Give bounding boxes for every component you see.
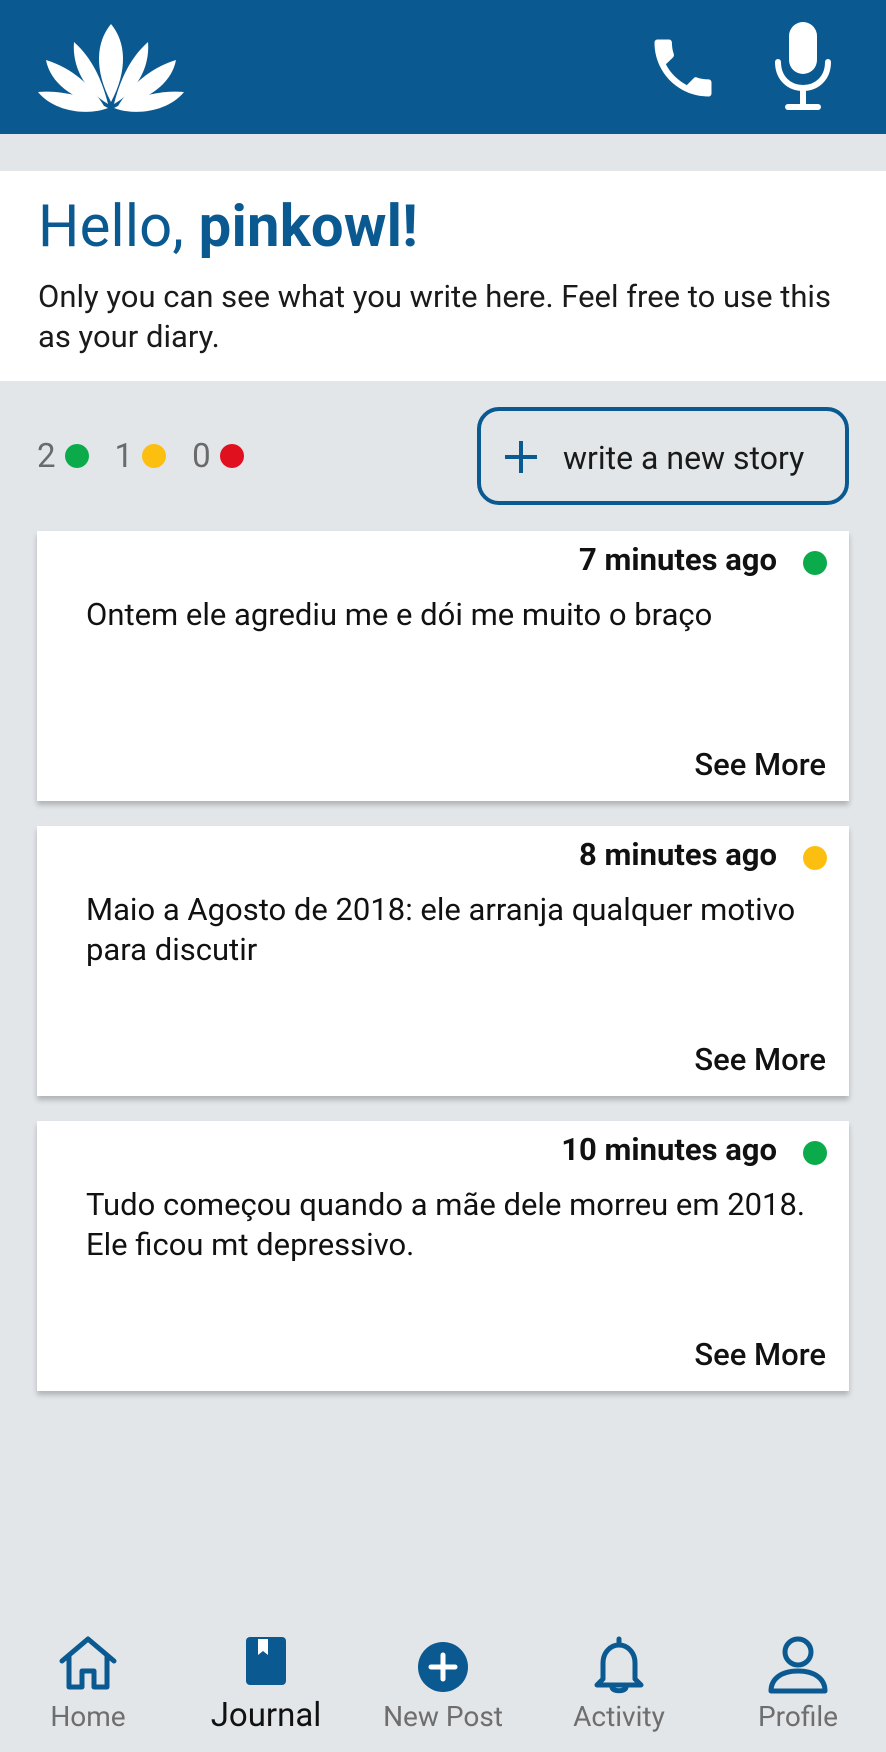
lotus-icon xyxy=(38,24,184,112)
red-count: 0 xyxy=(192,436,211,476)
nav-activity[interactable]: Activity xyxy=(539,1612,699,1752)
nav-profile-label: Profile xyxy=(757,1700,839,1733)
voice-button[interactable] xyxy=(772,20,834,112)
phone-icon xyxy=(654,39,712,97)
write-new-story-label: write a new story xyxy=(563,439,805,477)
nav-new-post[interactable]: New Post xyxy=(363,1612,523,1752)
plus-circle-icon xyxy=(418,1642,468,1692)
see-more-link[interactable]: See More xyxy=(694,1041,826,1078)
red-dot-icon xyxy=(219,444,244,468)
yellow-count: 1 xyxy=(114,436,134,476)
nav-journal-label: Journal xyxy=(210,1696,322,1735)
story-time: 7 minutes ago xyxy=(579,541,777,578)
top-bar xyxy=(0,0,886,134)
nav-activity-label: Activity xyxy=(573,1700,665,1733)
nav-new-post-label: New Post xyxy=(383,1700,503,1733)
yellow-counter: 1 xyxy=(115,437,167,476)
status-dot-icon xyxy=(803,846,827,870)
journal-icon xyxy=(246,1637,286,1685)
nav-journal[interactable]: Journal xyxy=(186,1612,346,1752)
call-button[interactable] xyxy=(645,30,721,106)
green-counter: 2 xyxy=(37,437,89,476)
red-counter: 0 xyxy=(192,437,244,476)
green-dot-icon xyxy=(64,444,89,468)
see-more-link[interactable]: See More xyxy=(694,746,826,783)
username: pinkowl! xyxy=(198,193,419,261)
yellow-dot-icon xyxy=(142,444,167,468)
see-more-link[interactable]: See More xyxy=(694,1336,826,1373)
status-dot-icon xyxy=(803,551,827,575)
plus-icon xyxy=(505,441,537,473)
nav-profile[interactable]: Profile xyxy=(718,1612,878,1752)
write-new-story-button[interactable]: write a new story xyxy=(477,407,849,505)
story-time: 8 minutes ago xyxy=(579,836,777,873)
page-title: Hello, pinkowl! xyxy=(38,193,418,261)
story-card[interactable]: 10 minutes ago Tudo começou quando a mãe… xyxy=(37,1121,849,1391)
story-time: 10 minutes ago xyxy=(561,1131,777,1168)
story-card[interactable]: 8 minutes ago Maio a Agosto de 2018: ele… xyxy=(37,826,849,1096)
journal-screen: Hello, pinkowl! Only you can see what yo… xyxy=(0,0,886,1752)
nav-home[interactable]: Home xyxy=(8,1612,168,1752)
story-text: Ontem ele agrediu me e dói me muito o br… xyxy=(86,596,713,633)
microphone-icon xyxy=(775,22,831,110)
status-dot-icon xyxy=(803,1141,827,1165)
hello-text: Hello, xyxy=(38,193,199,261)
privacy-note: Only you can see what you write here. Fe… xyxy=(38,278,831,355)
story-card[interactable]: 7 minutes ago Ontem ele agrediu me e dói… xyxy=(37,531,849,801)
bell-icon xyxy=(594,1636,644,1694)
story-text: Tudo começou quando a mãe dele morreu em… xyxy=(86,1186,806,1263)
greeting-card: Hello, pinkowl! Only you can see what yo… xyxy=(0,171,886,381)
story-text: Maio a Agosto de 2018: ele arranja qualq… xyxy=(86,891,796,968)
status-counters: 2 1 0 xyxy=(37,436,270,476)
nav-home-label: Home xyxy=(50,1700,126,1733)
bottom-nav: Home Journal New Post Activity Profile xyxy=(0,1612,886,1752)
green-count: 2 xyxy=(37,436,56,476)
user-icon xyxy=(768,1636,828,1694)
home-icon xyxy=(59,1636,117,1690)
